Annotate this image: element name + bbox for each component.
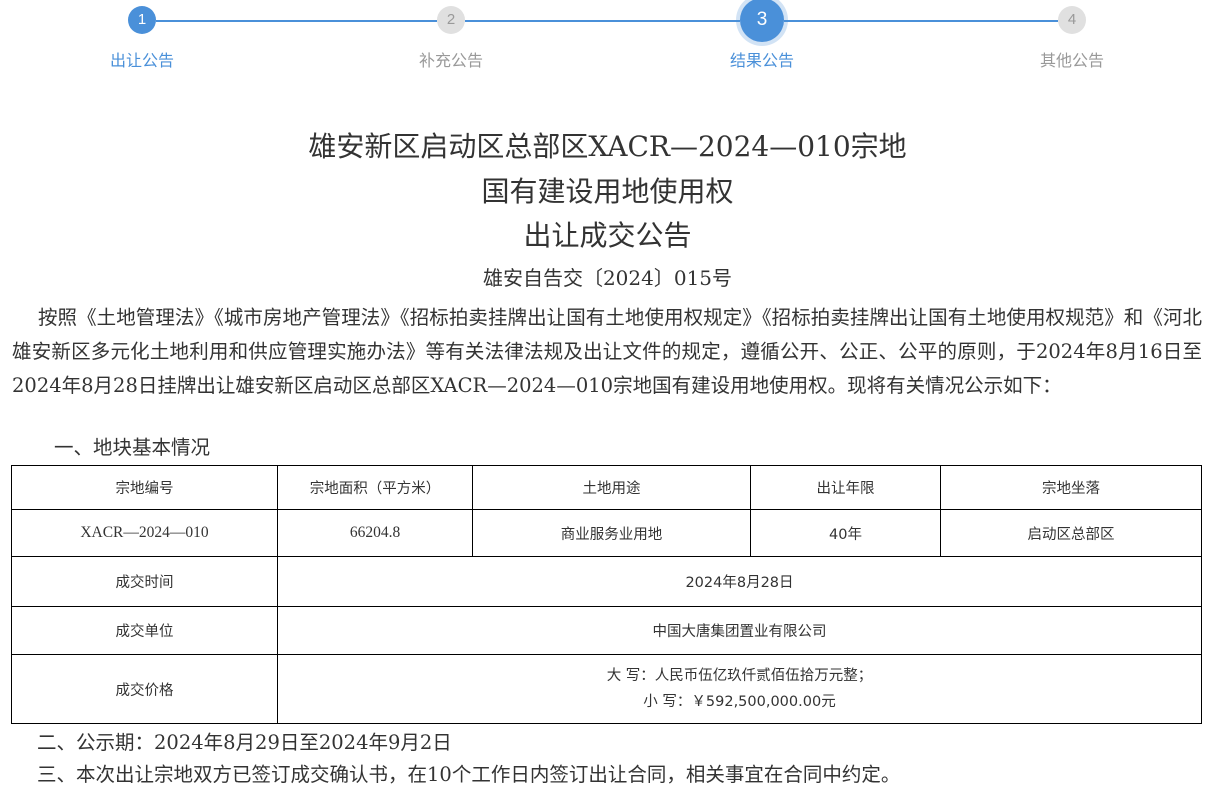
step-1-circle: 1 — [128, 6, 156, 34]
step-1-label: 出让公告 — [109, 51, 174, 70]
deal-time-value: 2024年8月28日 — [277, 556, 1202, 607]
table-header-row: 宗地编号 宗地面积（平方米） 土地用途 出让年限 宗地坐落 — [11, 465, 1202, 510]
table-row: XACR—2024—010 66204.8 商业服务业用地 40年 启动区总部区 — [11, 509, 1202, 557]
step-4-label: 其他公告 — [1039, 51, 1104, 70]
cell-parcel-area: 66204.8 — [277, 509, 473, 557]
header-land-use: 土地用途 — [472, 465, 751, 510]
deal-price-label: 成交价格 — [11, 654, 278, 724]
header-parcel-code: 宗地编号 — [11, 465, 278, 510]
deal-unit-label: 成交单位 — [11, 606, 278, 655]
cell-land-use: 商业服务业用地 — [472, 509, 751, 557]
title-line-3: 出让成交公告 — [523, 219, 692, 252]
parcel-info-table: 宗地编号 宗地面积（平方米） 土地用途 出让年限 宗地坐落 XACR—2024—… — [11, 465, 1202, 724]
deal-unit-value: 中国大唐集团置业有限公司 — [277, 606, 1202, 655]
header-location: 宗地坐落 — [940, 465, 1202, 510]
section-3-contract-note: 三、本次出让宗地双方已签订成交确认书，在10个工作日内签订出让合同，相关事宜在合… — [37, 763, 901, 786]
title-line-2: 国有建设用地使用权 — [481, 174, 734, 208]
deal-price-upper: 大 写：人民币伍亿玖仟贰佰伍拾万元整； — [606, 668, 873, 684]
intro-paragraph: 按照《土地管理法》《城市房地产管理法》《招标拍卖挂牌出让国有土地使用权规定》《招… — [12, 306, 1202, 397]
step-connector-1-2 — [156, 20, 437, 22]
header-term: 出让年限 — [750, 465, 941, 510]
cell-term: 40年 — [750, 509, 941, 557]
step-progress: 1 出让公告 2 补充公告 3 结果公告 4 其他公告 — [0, 0, 1215, 80]
step-3-circle: 3 — [740, 0, 784, 42]
step-4-circle: 4 — [1058, 6, 1086, 34]
step-2-label: 补充公告 — [418, 51, 483, 70]
table-row-deal-price: 成交价格 大 写：人民币伍亿玖仟贰佰伍拾万元整； 小 写：￥592,500,00… — [11, 654, 1202, 724]
deal-time-label: 成交时间 — [11, 556, 278, 607]
header-parcel-area: 宗地面积（平方米） — [277, 465, 473, 510]
cell-location: 启动区总部区 — [940, 509, 1202, 557]
announcement-title: 雄安新区启动区总部区XACR—2024—010宗地 国有建设用地使用权 出让成交… — [0, 125, 1215, 259]
table-row-deal-unit: 成交单位 中国大唐集团置业有限公司 — [11, 606, 1202, 655]
title-line-1: 雄安新区启动区总部区XACR—2024—010宗地 — [308, 130, 907, 163]
section-2-publicity-period: 二、公示期：2024年8月29日至2024年9月2日 — [37, 731, 452, 754]
step-connector-2-3 — [465, 20, 740, 22]
step-3-label: 结果公告 — [729, 51, 794, 70]
table-row-deal-time: 成交时间 2024年8月28日 — [11, 556, 1202, 607]
deal-price-lower: 小 写：￥592,500,000.00元 — [643, 694, 836, 710]
cell-parcel-code: XACR—2024—010 — [11, 509, 278, 557]
step-2-circle: 2 — [437, 6, 465, 34]
section-1-heading: 一、地块基本情况 — [54, 436, 211, 459]
deal-price-value: 大 写：人民币伍亿玖仟贰佰伍拾万元整； 小 写：￥592,500,000.00元 — [277, 654, 1202, 724]
document-number: 雄安自告交〔2024〕015号 — [482, 266, 733, 290]
step-connector-3-4 — [784, 20, 1058, 22]
